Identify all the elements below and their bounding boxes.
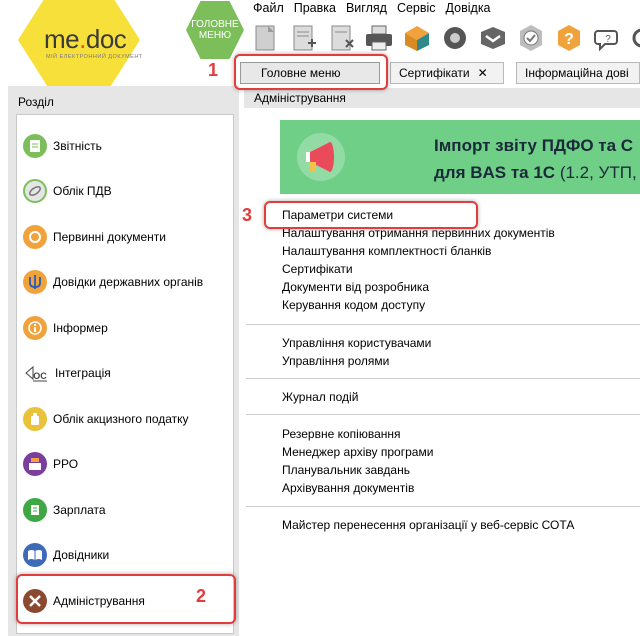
link-task-scheduler[interactable]: Планувальник завдань [282,461,433,479]
menubar: Файл Правка Вигляд Сервіс Довідка [248,0,496,18]
sidebar-item-excise[interactable]: Облік акцизного податку [23,399,189,439]
divider [246,324,640,325]
settings-icon[interactable] [628,21,640,55]
primary-docs-icon [23,225,47,249]
sidebar-item-rro[interactable]: РРО [23,444,78,484]
link-doc-archiving[interactable]: Архівування документів [282,479,433,497]
tab-certificates[interactable]: Сертифікати ✕ [390,62,504,84]
delete-doc-icon[interactable] [324,21,358,55]
link-event-log[interactable]: Журнал подій [282,388,358,406]
sidebar-item-directories[interactable]: Довідники [23,535,109,575]
sidebar-item-reporting[interactable]: Звітність [23,126,102,166]
sidebar-item-vat[interactable]: Облік ПДВ [23,171,112,211]
salary-icon [23,498,47,522]
excise-icon [23,407,47,431]
divider [246,378,640,379]
link-forms-completeness[interactable]: Налаштування комплектності бланків [282,242,555,260]
logo-tagline: МІЙ ЕЛЕКТРОННИЙ ДОКУМЕНТ [46,54,143,60]
link-backup[interactable]: Резервне копіювання [282,425,433,443]
new-doc-icon[interactable] [248,21,282,55]
links-group-log: Журнал подій [282,388,358,406]
svg-text:ОС: ОС [33,371,47,381]
banner-text: Імпорт звіту ПДФО та С для BAS та 1С (1.… [434,136,637,182]
send-icon[interactable] [400,21,434,55]
add-doc-icon[interactable] [286,21,320,55]
link-role-management[interactable]: Управління ролями [282,352,431,370]
menu-edit[interactable]: Правка [289,0,341,18]
link-developer-docs[interactable]: Документи від розробника [282,278,555,296]
receive-icon[interactable] [476,21,510,55]
tab-info[interactable]: Інформаційна дові [516,62,640,84]
links-group-users: Управління користувачами Управління роля… [282,334,431,370]
info-icon [23,316,47,340]
links-group-backup: Резервне копіювання Менеджер архіву прог… [282,425,433,497]
sidebar-list: Звітність Облік ПДВ Первинні документи Д… [16,114,234,634]
menu-file[interactable]: Файл [248,0,289,18]
link-migration-wizard[interactable]: Майстер перенесення організації у веб-се… [282,516,574,534]
link-certificates[interactable]: Сертифікати [282,260,555,278]
menu-view[interactable]: Вигляд [341,0,392,18]
sidebar-header: Розділ [18,95,54,109]
content-title: Адміністрування [244,88,640,108]
integration-icon: ОС [23,361,49,385]
toolbar: ? ? [248,20,640,56]
cash-register-icon [23,452,47,476]
sidebar: Розділ Звітність Облік ПДВ Первинні доку… [8,86,239,636]
menu-service[interactable]: Сервіс [392,0,441,18]
sidebar-item-salary[interactable]: Зарплата [23,490,106,530]
help-icon[interactable]: ? [552,21,586,55]
book-icon [23,543,47,567]
annotation-number-1: 1 [208,60,219,80]
link-archive-manager[interactable]: Менеджер архіву програми [282,443,433,461]
svg-text:?: ? [564,31,574,48]
seal-icon[interactable] [438,21,472,55]
divider [246,414,640,415]
print-icon[interactable] [362,21,396,55]
check-icon[interactable] [514,21,548,55]
menu-help[interactable]: Довідка [441,0,496,18]
medoc-logo: me.doc [44,24,127,54]
sidebar-item-integration[interactable]: ОС Інтеграція [23,353,111,393]
svg-text:?: ? [605,34,611,45]
sidebar-item-gov-refs[interactable]: Довідки державних органів [23,262,203,302]
divider [246,506,640,507]
callout-system-params [264,201,478,229]
chat-icon[interactable]: ? [590,21,624,55]
trident-icon [23,270,47,294]
vat-icon [23,179,47,203]
megaphone-icon [296,132,346,182]
import-banner[interactable]: Імпорт звіту ПДФО та С для BAS та 1С (1.… [280,120,640,194]
link-user-management[interactable]: Управління користувачами [282,334,431,352]
sidebar-item-informer[interactable]: Інформер [23,308,108,348]
close-tab-icon[interactable]: ✕ [478,66,488,80]
report-icon [23,134,47,158]
callout-main-menu-tab [234,54,388,90]
annotation-number-3: 3 [242,205,253,225]
link-access-code[interactable]: Керування кодом доступу [282,296,555,314]
sidebar-item-primary-docs[interactable]: Первинні документи [23,217,166,257]
annotation-number-2: 2 [196,586,207,606]
links-group-migration: Майстер перенесення організації у веб-се… [282,516,574,534]
